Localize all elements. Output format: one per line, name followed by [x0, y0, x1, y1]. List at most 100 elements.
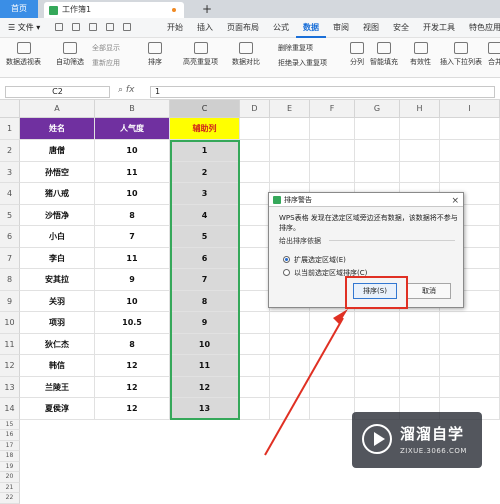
- new-tab-button[interactable]: +: [200, 1, 214, 17]
- row-header[interactable]: 19: [0, 461, 20, 472]
- table-cell[interactable]: 11: [170, 355, 240, 377]
- empty-cell[interactable]: [310, 312, 355, 334]
- row-header[interactable]: 2: [0, 140, 20, 162]
- empty-cell[interactable]: [310, 355, 355, 377]
- table-cell[interactable]: 10: [95, 290, 170, 312]
- header-cell[interactable]: 辅助列: [170, 118, 240, 140]
- empty-cell[interactable]: [310, 376, 355, 398]
- row-header[interactable]: 1: [0, 118, 20, 140]
- row-header[interactable]: 9: [0, 290, 20, 312]
- column-header-G[interactable]: G: [355, 100, 400, 118]
- column-header-D[interactable]: D: [240, 100, 270, 118]
- row-header[interactable]: 15: [0, 419, 20, 430]
- empty-cell[interactable]: [400, 376, 440, 398]
- row-header[interactable]: 11: [0, 333, 20, 355]
- smart-fill-button[interactable]: 智能填充: [370, 42, 398, 67]
- table-cell[interactable]: 狄仁杰: [20, 333, 95, 355]
- validity-button[interactable]: 有效性: [410, 42, 431, 67]
- menu-item-9[interactable]: 特色应用: [462, 18, 500, 38]
- table-cell[interactable]: 12: [95, 398, 170, 420]
- empty-cell[interactable]: [400, 312, 440, 334]
- row-header[interactable]: 3: [0, 161, 20, 183]
- table-cell[interactable]: 夏侯淳: [20, 398, 95, 420]
- table-cell[interactable]: 13: [170, 398, 240, 420]
- table-cell[interactable]: 12: [170, 376, 240, 398]
- empty-cell[interactable]: [355, 140, 400, 162]
- row-header[interactable]: 18: [0, 451, 20, 462]
- select-all-corner[interactable]: [0, 100, 20, 118]
- file-menu[interactable]: ☰ 文件 ▾: [8, 22, 40, 33]
- split-column-button[interactable]: 分列: [350, 42, 364, 67]
- table-cell[interactable]: 10: [95, 140, 170, 162]
- table-cell[interactable]: 12: [95, 376, 170, 398]
- table-cell[interactable]: 9: [170, 312, 240, 334]
- table-cell[interactable]: 韩信: [20, 355, 95, 377]
- autofilter-button[interactable]: 自动筛选: [56, 42, 84, 67]
- empty-cell[interactable]: [240, 355, 270, 377]
- highlight-duplicates-button[interactable]: 高亮重复项: [183, 42, 218, 67]
- table-cell[interactable]: 2: [170, 161, 240, 183]
- column-header-A[interactable]: A: [20, 100, 95, 118]
- table-cell[interactable]: 10: [170, 333, 240, 355]
- table-cell[interactable]: 12: [95, 355, 170, 377]
- empty-cell[interactable]: [355, 118, 400, 140]
- empty-cell[interactable]: [440, 140, 500, 162]
- close-icon[interactable]: ×: [451, 194, 459, 208]
- row-header[interactable]: 16: [0, 430, 20, 441]
- header-cell[interactable]: 人气度: [95, 118, 170, 140]
- empty-cell[interactable]: [240, 290, 270, 312]
- table-cell[interactable]: 4: [170, 204, 240, 226]
- table-cell[interactable]: 8: [95, 204, 170, 226]
- show-all-button[interactable]: 全部显示: [92, 43, 120, 53]
- radio-expand-selection[interactable]: 扩展选定区域(E): [283, 255, 346, 265]
- empty-cell[interactable]: [270, 140, 310, 162]
- menu-item-1[interactable]: 插入: [190, 18, 220, 38]
- table-cell[interactable]: 沙悟净: [20, 204, 95, 226]
- column-header-B[interactable]: B: [95, 100, 170, 118]
- empty-cell[interactable]: [310, 161, 355, 183]
- row-header[interactable]: 4: [0, 183, 20, 205]
- empty-cell[interactable]: [440, 161, 500, 183]
- empty-cell[interactable]: [400, 161, 440, 183]
- fx-icon[interactable]: fx: [126, 85, 135, 95]
- row-header[interactable]: 14: [0, 398, 20, 420]
- table-cell[interactable]: 9: [95, 269, 170, 291]
- pivot-table-button[interactable]: 数据透视表: [6, 42, 41, 67]
- row-header[interactable]: 22: [0, 493, 20, 504]
- empty-cell[interactable]: [355, 161, 400, 183]
- preview-icon[interactable]: [89, 23, 97, 31]
- empty-cell[interactable]: [270, 312, 310, 334]
- table-cell[interactable]: 10: [95, 183, 170, 205]
- empty-cell[interactable]: [270, 376, 310, 398]
- remove-duplicates-button[interactable]: 删除重复项: [278, 43, 313, 53]
- menu-item-3[interactable]: 公式: [266, 18, 296, 38]
- empty-cell[interactable]: [240, 269, 270, 291]
- empty-cell[interactable]: [440, 376, 500, 398]
- row-header[interactable]: 5: [0, 204, 20, 226]
- table-cell[interactable]: 李白: [20, 247, 95, 269]
- row-header[interactable]: 7: [0, 247, 20, 269]
- empty-cell[interactable]: [270, 398, 310, 420]
- data-compare-button[interactable]: 数据对比: [232, 42, 260, 67]
- empty-cell[interactable]: [240, 140, 270, 162]
- empty-cell[interactable]: [240, 226, 270, 248]
- table-cell[interactable]: 唐僧: [20, 140, 95, 162]
- header-cell[interactable]: 姓名: [20, 118, 95, 140]
- menu-item-5[interactable]: 审阅: [326, 18, 356, 38]
- empty-cell[interactable]: [310, 140, 355, 162]
- column-header-I[interactable]: I: [440, 100, 500, 118]
- empty-cell[interactable]: [440, 333, 500, 355]
- table-cell[interactable]: 5: [170, 226, 240, 248]
- tab-workbook[interactable]: 工作簿1: [44, 2, 184, 18]
- redo-icon[interactable]: [123, 23, 131, 31]
- empty-cell[interactable]: [240, 118, 270, 140]
- table-cell[interactable]: 小白: [20, 226, 95, 248]
- empty-cell[interactable]: [270, 355, 310, 377]
- row-header[interactable]: 6: [0, 226, 20, 248]
- table-cell[interactable]: 8: [170, 290, 240, 312]
- name-box[interactable]: C2: [5, 86, 110, 98]
- empty-cell[interactable]: [355, 376, 400, 398]
- empty-cell[interactable]: [310, 118, 355, 140]
- row-header[interactable]: 17: [0, 440, 20, 451]
- table-cell[interactable]: 6: [170, 247, 240, 269]
